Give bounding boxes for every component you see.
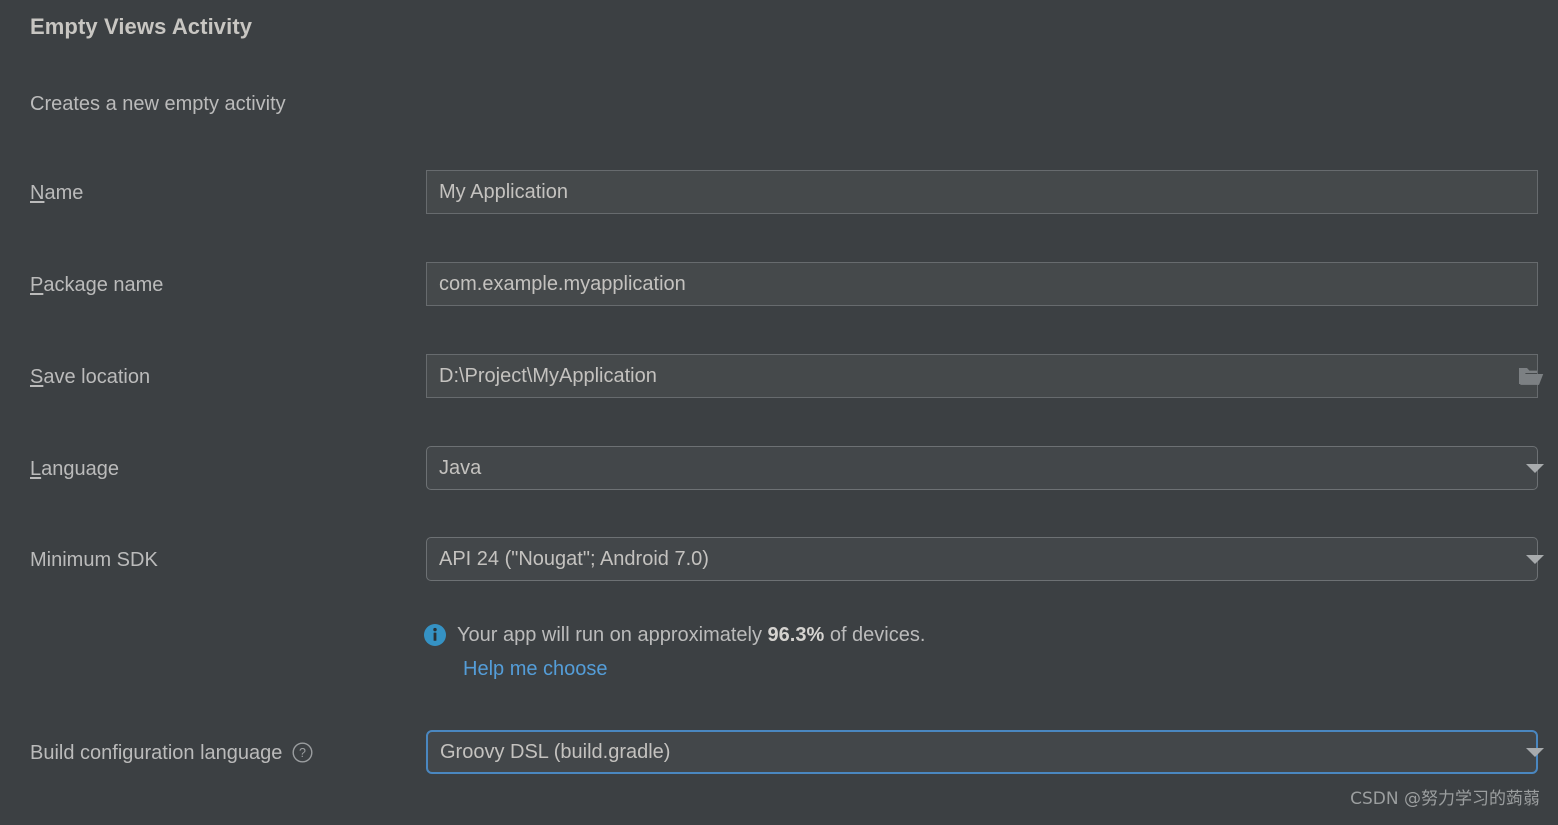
new-project-wizard-page: Empty Views Activity Creates a new empty… xyxy=(0,0,1558,825)
form-row-name: Name My Application xyxy=(0,170,1558,216)
save-location-label-mnemonic: S xyxy=(30,366,44,388)
help-me-choose-link[interactable]: Help me choose xyxy=(463,658,608,681)
minimum-sdk-dropdown[interactable]: API 24 ("Nougat"; Android 7.0) xyxy=(426,537,1538,581)
minimum-sdk-label: Minimum SDK xyxy=(30,549,158,571)
info-circle-icon xyxy=(423,623,447,647)
language-label: Language xyxy=(30,446,119,492)
package-name-label-rest: ackage name xyxy=(43,274,164,296)
form-row-language: Language Java xyxy=(0,446,1558,492)
package-name-input[interactable]: com.example.myapplication xyxy=(426,262,1538,306)
page-title: Empty Views Activity xyxy=(30,14,253,39)
form-row-minimum-sdk: Minimum SDK API 24 ("Nougat"; Android 7.… xyxy=(0,537,1558,583)
save-location-label: Save location xyxy=(30,354,150,400)
name-label: Name xyxy=(30,170,83,216)
folder-open-icon[interactable] xyxy=(1518,365,1544,387)
watermark: CSDN @努力学习的蒟蒻 xyxy=(1350,789,1540,809)
name-label-mnemonic: N xyxy=(30,182,45,204)
page-subtitle: Creates a new empty activity xyxy=(30,93,286,115)
language-dropdown[interactable]: Java xyxy=(426,446,1538,490)
device-coverage-text: Your app will run on approximately 96.3%… xyxy=(457,624,925,647)
form-row-package-name: Package name com.example.myapplication xyxy=(0,262,1558,308)
name-label-rest: ame xyxy=(44,182,84,204)
chevron-down-icon-language[interactable] xyxy=(1526,464,1544,473)
form-row-build-configuration-language: Build configuration language ? Groovy DS… xyxy=(0,730,1558,776)
name-input[interactable]: My Application xyxy=(426,170,1538,214)
device-coverage-info: Your app will run on approximately 96.3%… xyxy=(423,620,925,650)
question-circle-icon[interactable]: ? xyxy=(292,742,313,763)
coverage-percentage: 96.3% xyxy=(767,623,825,646)
language-label-mnemonic: L xyxy=(30,458,42,480)
save-location-label-rest: ave location xyxy=(43,366,151,388)
chevron-down-icon-minimum-sdk[interactable] xyxy=(1526,555,1544,564)
chevron-down-icon-build-configuration-language[interactable] xyxy=(1526,748,1544,757)
svg-text:?: ? xyxy=(299,746,306,760)
build-configuration-language-label-text: Build configuration language xyxy=(30,742,283,764)
coverage-text-before: Your app will run on approximately xyxy=(457,623,768,646)
build-configuration-language-label: Build configuration language ? xyxy=(30,730,313,776)
form-row-save-location: Save location D:\Project\MyApplication xyxy=(0,354,1558,400)
save-location-input[interactable]: D:\Project\MyApplication xyxy=(426,354,1538,398)
build-configuration-language-dropdown[interactable]: Groovy DSL (build.gradle) xyxy=(426,730,1538,774)
language-label-rest: anguage xyxy=(41,458,119,480)
coverage-text-after: of devices. xyxy=(824,623,926,646)
package-name-label-mnemonic: P xyxy=(30,274,44,296)
package-name-label: Package name xyxy=(30,262,163,308)
